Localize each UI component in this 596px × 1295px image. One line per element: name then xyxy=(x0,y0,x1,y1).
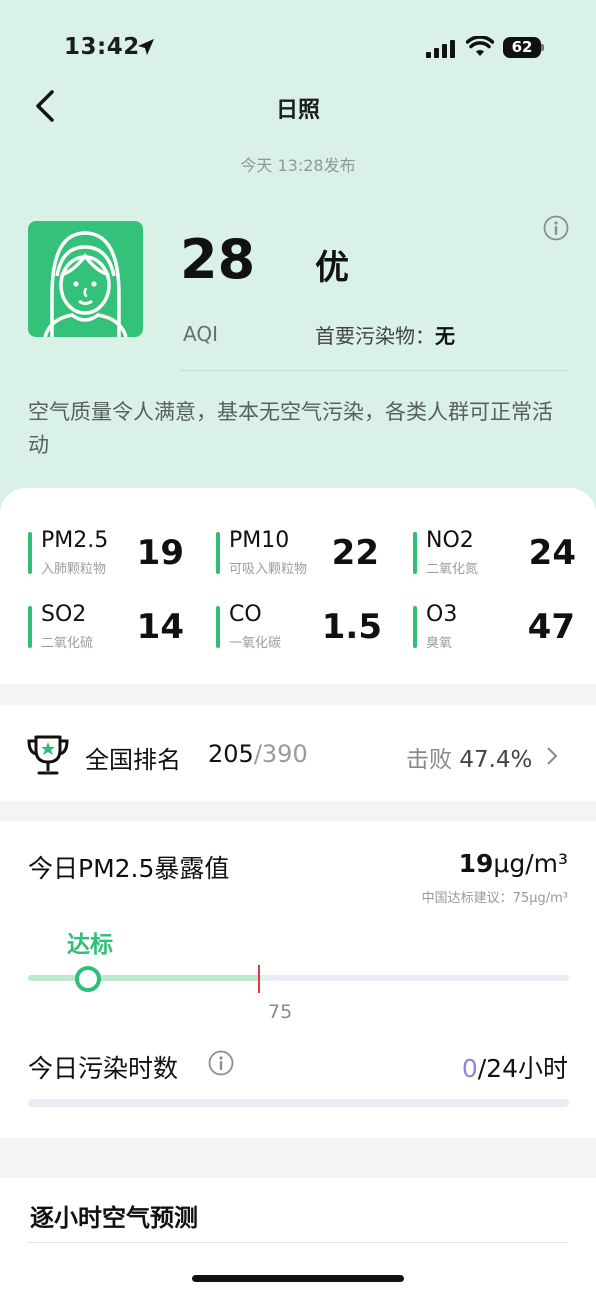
beat-percentage: 击败 47.4% xyxy=(406,740,532,774)
home-indicator[interactable] xyxy=(192,1275,404,1282)
primary-pollutant-value: 无 xyxy=(435,324,455,348)
pollution-hours-bar xyxy=(28,1099,569,1107)
exposure-value: 19μg/m³ xyxy=(459,849,568,878)
limit-label: 75 xyxy=(268,1001,293,1023)
pollutant-name: PM10 xyxy=(229,528,290,553)
national-ranking-row[interactable]: 全国排名 205/390 击败 47.4% xyxy=(0,705,596,801)
pollution-hours-count: 0 xyxy=(461,1054,478,1083)
pollutant-indicator xyxy=(28,606,32,648)
pollutant-grid: PM2.5 入肺颗粒物 19 PM10 可吸入颗粒物 22 NO2 二氧化氮 2… xyxy=(0,488,596,684)
status-time: 13:42 xyxy=(64,34,140,60)
aqi-level: 优 xyxy=(315,248,349,288)
pollutant-sub: 臭氧 xyxy=(426,636,453,651)
pollutant-indicator xyxy=(413,532,417,574)
pollutant-so2[interactable]: SO2 二氧化硫 14 xyxy=(28,602,184,651)
aqi-description: 空气质量令人满意，基本无空气污染，各类人群可正常活动 xyxy=(28,400,553,457)
ranking-value: 205/390 xyxy=(208,740,308,768)
pollutant-value: 14 xyxy=(136,607,184,647)
pollutant-no2[interactable]: NO2 二氧化氮 24 xyxy=(413,528,576,577)
aqi-avatar-icon xyxy=(28,221,143,337)
aqi-value: 28 xyxy=(180,228,256,291)
trophy-icon xyxy=(27,735,69,775)
exposure-unit: μg/m³ xyxy=(493,849,568,878)
pollution-hours-value: 0/24小时 xyxy=(462,1049,568,1085)
divider xyxy=(28,1242,568,1243)
pollutant-value: 22 xyxy=(331,533,379,573)
primary-pollutant-label: 首要污染物： xyxy=(315,324,435,348)
pollutant-name: O3 xyxy=(426,602,458,627)
exposure-level-marker xyxy=(75,966,101,992)
publish-time: 今天 13:28发布 xyxy=(240,156,356,175)
pollutant-co[interactable]: CO 一氧化碳 1.5 xyxy=(216,602,382,651)
cellular-signal-icon xyxy=(426,38,456,58)
pollution-hours-total: /24小时 xyxy=(477,1054,568,1083)
pollutant-o3[interactable]: O3 臭氧 47 xyxy=(413,602,575,651)
divider xyxy=(180,370,569,371)
pollutant-indicator xyxy=(216,606,220,648)
battery-icon: 62 xyxy=(503,37,544,58)
ranking-rank: 205 xyxy=(208,740,254,768)
pollutant-indicator xyxy=(216,532,220,574)
chevron-right-icon xyxy=(547,747,558,765)
page-title: 日照 xyxy=(275,98,320,123)
pollutant-pm25[interactable]: PM2.5 入肺颗粒物 19 xyxy=(28,528,184,577)
pollutant-sub: 入肺颗粒物 xyxy=(41,562,107,577)
info-icon[interactable] xyxy=(543,215,569,241)
pollutant-indicator xyxy=(28,532,32,574)
status-bar: 13:42 62 xyxy=(0,30,596,66)
info-icon[interactable] xyxy=(208,1050,234,1076)
exposure-track-fill xyxy=(28,975,261,981)
primary-pollutant: 首要污染物：无 xyxy=(315,320,455,349)
ranking-label: 全国排名 xyxy=(85,746,181,774)
exposure-standard-note: 中国达标建议：75μg/m³ xyxy=(421,891,568,906)
ranking-total: /390 xyxy=(253,740,308,768)
pollutant-name: PM2.5 xyxy=(41,528,109,553)
pm25-exposure-card: 今日PM2.5暴露值 19μg/m³ 中国达标建议：75μg/m³ 达标 75 … xyxy=(0,821,596,1138)
pollutant-value: 1.5 xyxy=(321,607,382,647)
pollutant-pm10[interactable]: PM10 可吸入颗粒物 22 xyxy=(216,528,379,577)
forecast-title: 逐小时空气预测 xyxy=(30,1204,198,1232)
exposure-number: 19 xyxy=(458,849,494,878)
pollutant-sub: 二氧化硫 xyxy=(41,636,94,651)
pollutant-sub: 一氧化碳 xyxy=(229,636,282,651)
pollutant-value: 24 xyxy=(528,533,576,573)
aqi-label: AQI xyxy=(183,322,218,346)
pollutant-value: 47 xyxy=(527,607,575,647)
exposure-status: 达标 xyxy=(67,932,113,958)
pollutant-sub: 二氧化氮 xyxy=(426,562,479,577)
pollutant-value: 19 xyxy=(136,533,184,573)
pollution-hours-label: 今日污染时数 xyxy=(28,1054,179,1083)
beat-value: 47.4% xyxy=(459,747,533,773)
exposure-title: 今日PM2.5暴露值 xyxy=(28,854,230,883)
limit-marker xyxy=(258,965,260,993)
location-arrow-icon xyxy=(138,39,154,55)
pollutant-indicator xyxy=(413,606,417,648)
beat-label: 击败 xyxy=(406,747,460,773)
pollutant-name: CO xyxy=(229,602,262,627)
pollutant-name: NO2 xyxy=(426,528,474,553)
wifi-icon xyxy=(466,36,494,56)
pollutant-name: SO2 xyxy=(41,602,87,627)
pollutant-sub: 可吸入颗粒物 xyxy=(229,562,308,577)
